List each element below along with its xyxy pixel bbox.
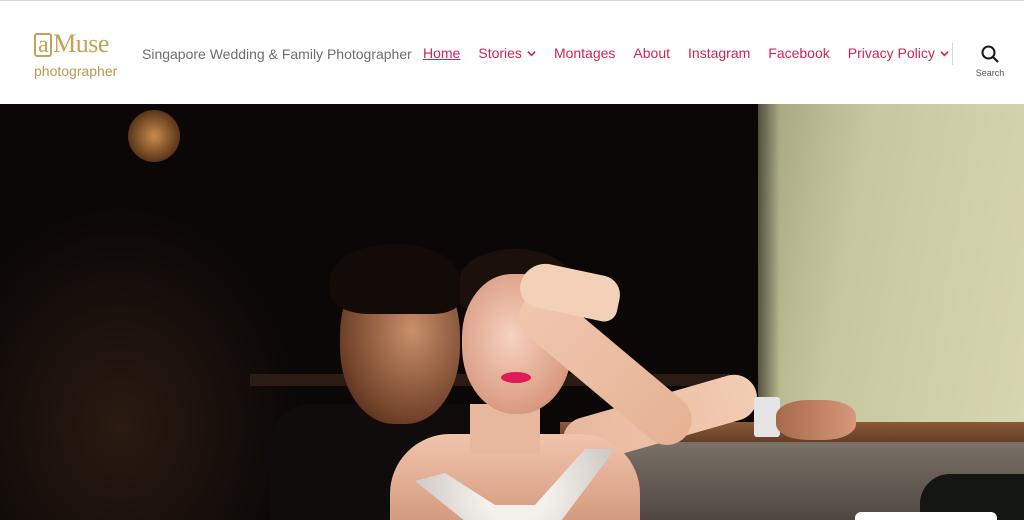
nav-item-facebook[interactable]: Facebook [768,45,829,61]
site-header: a Muse photographer Singapore Wedding & F… [0,0,1024,104]
chevron-down-icon [940,50,949,56]
primary-nav: Home Stories Montages About Instagram Fa… [423,45,967,61]
nav-item-about[interactable]: About [633,45,670,61]
nav-label: Home [423,45,461,61]
logo-a-mark: a [34,33,53,57]
nav-label: Instagram [688,45,751,61]
header-divider [952,43,953,65]
photo-wall-shadow [740,104,780,424]
search-icon [981,45,999,63]
hero-photo [0,104,1024,520]
search-toggle-button[interactable]: Search [968,45,1012,78]
search-label: Search [975,68,1005,78]
photo-bride-lips [501,372,531,383]
nav-label: Facebook [768,45,830,61]
site-logo[interactable]: a Muse photographer [34,31,124,79]
nav-item-montages[interactable]: Montages [554,45,615,61]
nav-label: Privacy Policy [847,45,935,61]
nav-item-instagram[interactable]: Instagram [688,45,750,61]
chevron-down-icon [527,50,536,56]
photo-wall-lamp [128,110,180,162]
nav-label: Montages [553,45,616,61]
nav-item-stories[interactable]: Stories [478,45,536,61]
photo-background-shadow [0,204,300,520]
logo-subtext: photographer [34,63,118,79]
nav-label: Stories [478,45,522,61]
photo-groom-hair [330,244,460,314]
logo-wordmark: a Muse [34,31,109,57]
nav-item-privacy-policy[interactable]: Privacy Policy [848,45,949,61]
nav-item-home[interactable]: Home [423,45,460,61]
nav-label: About [633,45,671,61]
photo-groom-hand [776,400,856,440]
photo-wall [758,104,1024,434]
site-tagline: Singapore Wedding & Family Photographer [142,46,412,62]
overlay-badge [855,512,997,520]
logo-muse-text: Muse [53,29,109,58]
